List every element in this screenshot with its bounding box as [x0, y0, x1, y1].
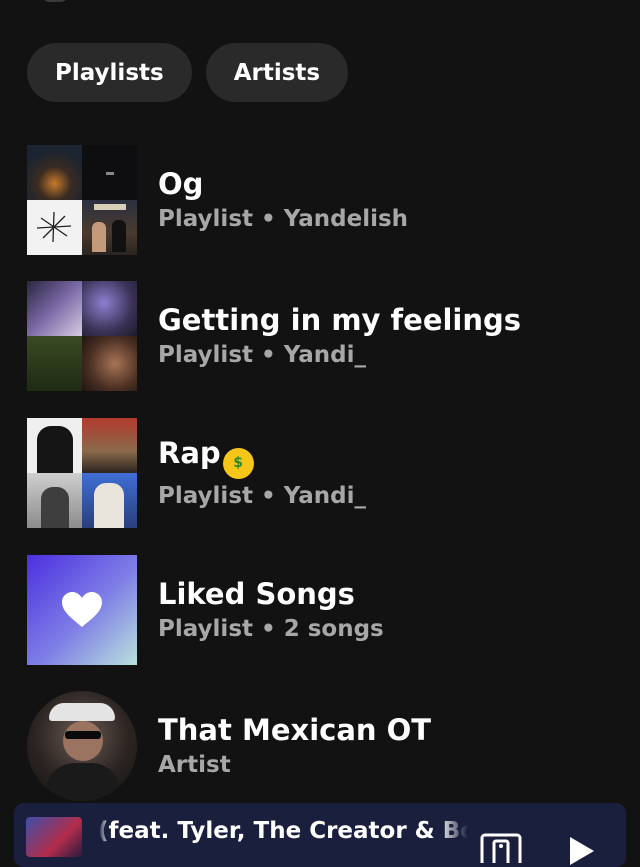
- cover-tile: [82, 418, 137, 473]
- item-title: That Mexican OT: [158, 713, 432, 747]
- item-title: Rap $: [158, 435, 366, 479]
- item-subtitle: Playlist • 2 songs: [158, 616, 384, 642]
- cover-tile: [27, 145, 82, 200]
- cover-tile: [82, 473, 137, 528]
- cover-tile: [27, 200, 82, 255]
- list-item[interactable]: Liked Songs Playlist • 2 songs: [27, 555, 384, 665]
- item-title: Liked Songs: [158, 577, 355, 611]
- item-text: Rap $ Playlist • Yandi_: [158, 435, 366, 511]
- list-item[interactable]: Getting in my feelings Playlist • Yandi_: [27, 281, 521, 391]
- item-text: Og Playlist • Yandelish: [158, 166, 408, 234]
- cover-tile: [82, 200, 137, 255]
- cover-tile: [27, 336, 82, 391]
- item-title: Og: [158, 167, 204, 201]
- profile-avatar[interactable]: [40, 0, 70, 2]
- cover-tile: [27, 473, 82, 528]
- list-item[interactable]: Rap $ Playlist • Yandi_: [27, 418, 366, 528]
- now-playing-title: (feat. Tyler, The Creator & Boots: [98, 818, 468, 844]
- item-text: That Mexican OT Artist: [158, 712, 431, 780]
- cover-tile: [27, 281, 82, 336]
- filter-chips: Playlists Artists: [27, 43, 349, 102]
- item-subtitle: Playlist • Yandi_: [158, 483, 366, 509]
- heart-icon: [62, 592, 102, 627]
- chip-playlists[interactable]: Playlists: [27, 43, 192, 102]
- money-mouth-face-icon: $: [222, 448, 254, 479]
- now-playing-artwork: [26, 817, 82, 857]
- item-text: Getting in my feelings Playlist • Yandi_: [158, 302, 521, 370]
- cover-tile: [27, 418, 82, 473]
- list-item[interactable]: Og Playlist • Yandelish: [27, 145, 408, 255]
- item-title-text: Rap: [158, 436, 221, 470]
- connect-device-icon[interactable]: [480, 833, 522, 867]
- playlist-cover: [27, 145, 137, 255]
- now-playing-bar[interactable]: (feat. Tyler, The Creator & Boots: [14, 803, 626, 867]
- cover-tile: [82, 145, 137, 200]
- item-title: Getting in my feelings: [158, 303, 522, 337]
- item-text: Liked Songs Playlist • 2 songs: [158, 576, 384, 644]
- item-subtitle: Playlist • Yandelish: [158, 206, 409, 232]
- playlist-cover: [27, 281, 137, 391]
- item-subtitle: Playlist • Yandi_: [158, 342, 366, 368]
- chip-artists[interactable]: Artists: [205, 43, 349, 102]
- cover-tile: [82, 281, 137, 336]
- cover-tile: [82, 336, 137, 391]
- artist-avatar: [27, 691, 137, 801]
- play-icon[interactable]: [566, 835, 596, 867]
- list-item[interactable]: That Mexican OT Artist: [27, 691, 431, 801]
- liked-songs-cover: [27, 555, 137, 665]
- item-subtitle: Artist: [158, 752, 231, 778]
- playlist-cover: [27, 418, 137, 528]
